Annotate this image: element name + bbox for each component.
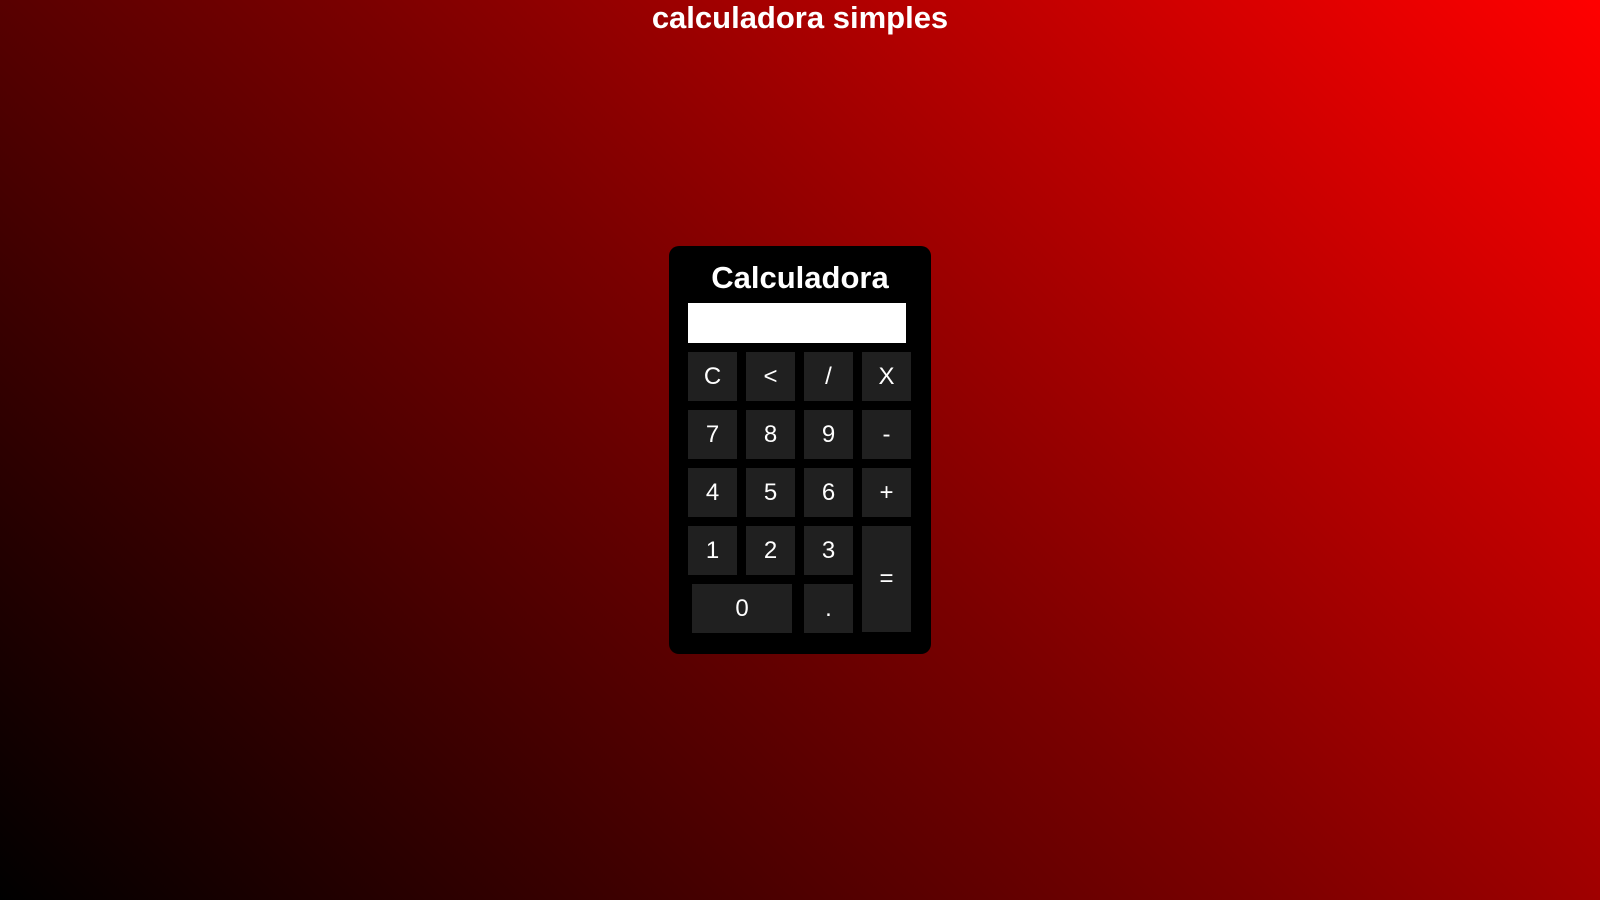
minus-button[interactable]: - xyxy=(862,410,911,459)
digit-2-button[interactable]: 2 xyxy=(746,526,795,575)
digit-7-button[interactable]: 7 xyxy=(688,410,737,459)
digit-5-button[interactable]: 5 xyxy=(746,468,795,517)
page-title: calculadora simples xyxy=(651,0,949,35)
digit-1-button[interactable]: 1 xyxy=(688,526,737,575)
digit-0-button[interactable]: 0 xyxy=(692,584,792,633)
plus-button[interactable]: + xyxy=(862,468,911,517)
calculator-title: Calculadora xyxy=(711,260,889,295)
digit-8-button[interactable]: 8 xyxy=(746,410,795,459)
decimal-button[interactable]: . xyxy=(804,584,853,633)
divide-button[interactable]: / xyxy=(804,352,853,401)
equals-button[interactable]: = xyxy=(862,526,911,632)
digit-4-button[interactable]: 4 xyxy=(688,468,737,517)
clear-button[interactable]: C xyxy=(688,352,737,401)
multiply-button[interactable]: X xyxy=(862,352,911,401)
digit-3-button[interactable]: 3 xyxy=(804,526,853,575)
digit-6-button[interactable]: 6 xyxy=(804,468,853,517)
calculator: Calculadora C < / X 7 8 9 - 4 5 6 + 1 2 … xyxy=(669,246,931,654)
display-input[interactable] xyxy=(688,303,906,343)
digit-9-button[interactable]: 9 xyxy=(804,410,853,459)
backspace-button[interactable]: < xyxy=(746,352,795,401)
